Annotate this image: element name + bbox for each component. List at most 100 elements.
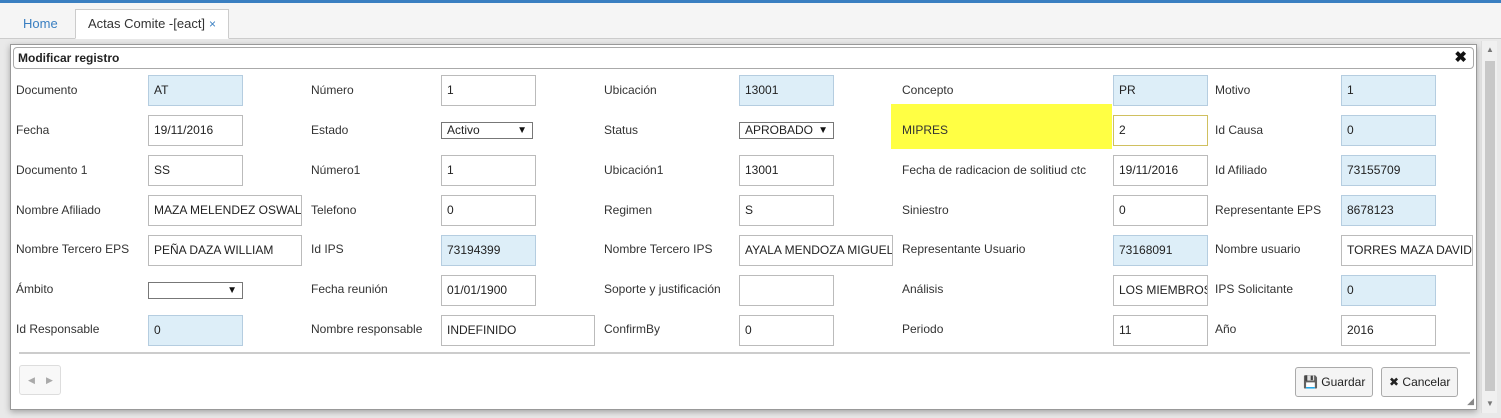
scrollbar-thumb[interactable] [1485,61,1495,391]
anio-field[interactable]: 2016 [1341,315,1436,346]
documento1-field[interactable]: SS [148,155,243,186]
ubicacion1-field[interactable]: 13001 [739,155,834,186]
numero-field[interactable]: 1 [441,75,536,106]
tab-close-icon[interactable]: × [209,17,216,31]
numero1-field[interactable]: 1 [441,155,536,186]
representante-usuario-field[interactable]: 73168091 [1113,235,1208,266]
siniestro-field[interactable]: 0 [1113,195,1208,226]
label-periodo: Periodo [902,322,944,336]
resize-grip-icon[interactable]: ◢ [1467,396,1474,407]
nombre-tercero-ips-field[interactable]: AYALA MENDOZA MIGUEL [739,235,893,266]
chevron-down-icon: ▼ [227,285,237,296]
label-ubicacion: Ubicación [604,83,657,97]
label-ubicacion1: Ubicación1 [604,163,664,177]
pager-next-icon[interactable]: ▶ [46,366,53,394]
motivo-field[interactable]: 1 [1341,75,1436,106]
label-numero1: Número1 [311,163,361,177]
label-motivo: Motivo [1215,83,1251,97]
floppy-icon: 💾 [1303,375,1318,389]
scroll-down-icon[interactable]: ▼ [1486,399,1494,408]
label-ambito: Ámbito [16,282,54,296]
periodo-field[interactable]: 11 [1113,315,1208,346]
label-nombre-afiliado: Nombre Afiliado [16,203,101,217]
concepto-field[interactable]: PR [1113,75,1208,106]
dialog-close-icon[interactable]: ✖ [1454,48,1467,68]
fecha-radicacion-field[interactable]: 19/11/2016 [1113,155,1208,186]
nombre-afiliado-field[interactable]: MAZA MELENDEZ OSWALDO [148,195,302,226]
ambito-select[interactable]: ▼ [148,282,243,299]
label-fecha: Fecha [16,123,50,137]
label-numero: Número [311,83,354,97]
id-responsable-field[interactable]: 0 [148,315,243,346]
divider [19,352,1470,354]
mipres-field[interactable]: 2 [1113,115,1208,146]
nombre-usuario-field[interactable]: TORRES MAZA DAVID [1341,235,1473,266]
label-fecha-reunion: Fecha reunión [311,282,388,296]
label-id-responsable: Id Responsable [16,322,100,336]
label-documento: Documento [16,83,78,97]
label-status: Status [604,123,639,137]
fecha-field[interactable]: 19/11/2016 [148,115,243,146]
save-button-label: Guardar [1321,375,1366,389]
label-anio: Año [1215,322,1237,336]
estado-select[interactable]: Activo ▼ [441,122,533,139]
label-representante-eps: Representante EPS [1215,203,1322,217]
label-analisis: Análisis [902,282,944,296]
label-representante-usuario: Representante Usuario [902,242,1026,256]
estado-select-value: Activo [447,123,480,137]
dialog-titlebar: Modificar registro ✖ [13,47,1474,69]
label-soporte: Soporte y justificación [604,282,721,296]
label-estado: Estado [311,123,349,137]
chevron-down-icon: ▼ [818,125,828,136]
label-nombre-usuario: Nombre usuario [1215,242,1301,256]
status-select-value: APROBADO [745,123,814,137]
save-button[interactable]: 💾 Guardar [1295,367,1374,397]
label-fecha-radicacion: Fecha de radicacion de solitiud ctc [902,163,1087,177]
label-nombre-tercero-eps: Nombre Tercero EPS [16,242,130,256]
analisis-field[interactable]: LOS MIEMBROS [1113,275,1208,306]
pager-prev-icon[interactable]: ◀ [28,366,35,394]
ips-solicitante-field[interactable]: 0 [1341,275,1436,306]
x-icon: ✖ [1389,375,1400,389]
dialog-title: Modificar registro [18,51,120,65]
ubicacion-field[interactable]: 13001 [739,75,834,106]
tab-actas-comite[interactable]: Actas Comite -[eact] × [75,9,230,39]
telefono-field[interactable]: 0 [441,195,536,226]
edit-record-dialog: Modificar registro ✖ Documento AT Fecha … [10,44,1477,410]
label-confirmby: ConfirmBy [604,322,661,336]
pager: ◀ ▶ [19,365,61,395]
label-ips-solicitante: IPS Solicitante [1215,282,1294,296]
id-afiliado-field[interactable]: 73155709 [1341,155,1436,186]
label-telefono: Telefono [311,203,357,217]
soporte-field[interactable] [739,275,834,306]
label-concepto: Concepto [902,83,954,97]
fecha-reunion-field[interactable]: 01/01/1900 [441,275,536,306]
chevron-down-icon: ▼ [517,125,527,136]
tab-bar: Home Actas Comite -[eact] × [0,3,1501,39]
label-id-causa: Id Causa [1215,123,1264,137]
id-causa-field[interactable]: 0 [1341,115,1436,146]
cancel-button[interactable]: ✖ Cancelar [1381,367,1459,397]
nombre-responsable-field[interactable]: INDEFINIDO [441,315,595,346]
label-siniestro: Siniestro [902,203,949,217]
nombre-tercero-eps-field[interactable]: PEÑA DAZA WILLIAM [148,235,302,266]
label-nombre-responsable: Nombre responsable [311,322,423,336]
confirmby-field[interactable]: 0 [739,315,834,346]
documento-field[interactable]: AT [148,75,243,106]
label-id-afiliado: Id Afiliado [1215,163,1268,177]
tab-home[interactable]: Home [10,9,71,39]
label-nombre-tercero-ips: Nombre Tercero IPS [604,242,713,256]
label-mipres: MIPRES [902,123,949,137]
tab-actas-label: Actas Comite -[eact] [88,16,206,31]
label-regimen: Regimen [604,203,653,217]
representante-eps-field[interactable]: 8678123 [1341,195,1436,226]
scroll-up-icon[interactable]: ▲ [1486,45,1494,54]
label-id-ips: Id IPS [311,242,344,256]
cancel-button-label: Cancelar [1402,375,1451,389]
status-select[interactable]: APROBADO ▼ [739,122,834,139]
tab-home-label: Home [23,16,58,31]
regimen-field[interactable]: S [739,195,834,226]
page-scrollbar[interactable]: ▲ ▼ [1481,41,1497,413]
id-ips-field[interactable]: 73194399 [441,235,536,266]
label-documento1: Documento 1 [16,163,88,177]
